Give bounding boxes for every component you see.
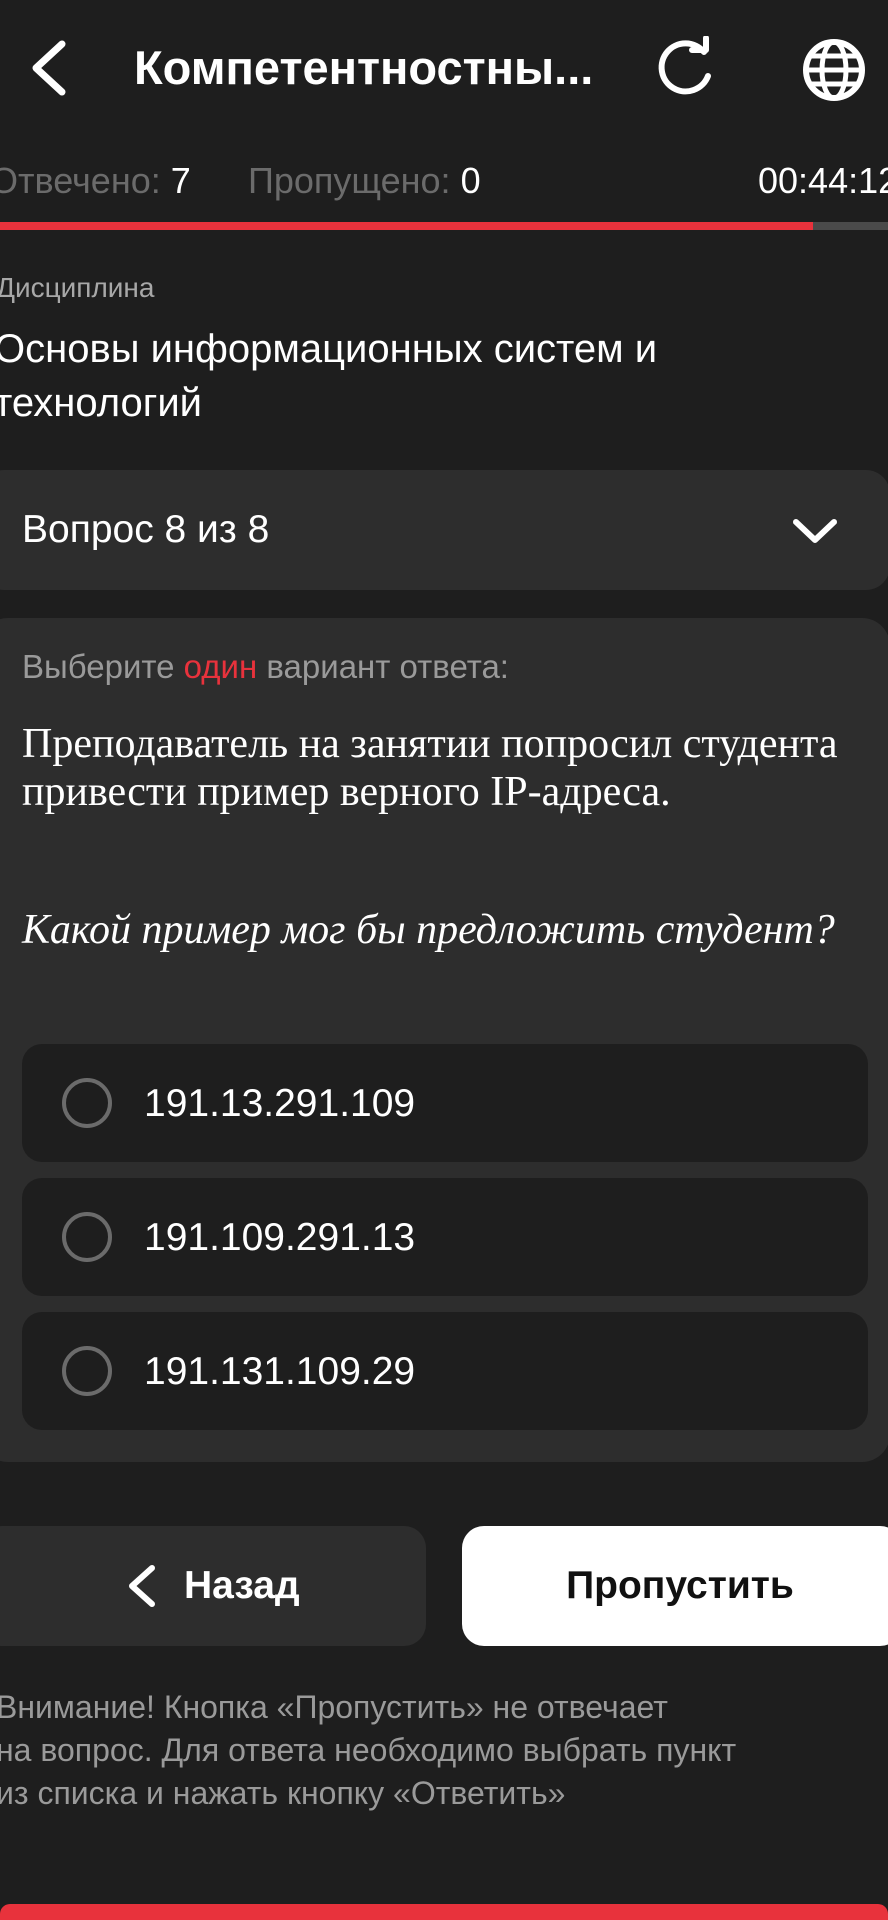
progress-bar (0, 222, 888, 230)
discipline-label: Дисциплина (0, 272, 155, 303)
quiz-stats: Отвечено: 7 Пропущено: 0 00:44:12 (0, 160, 888, 210)
radio-button[interactable] (62, 1212, 112, 1262)
answer-option-label: 191.131.109.29 (144, 1350, 416, 1393)
question-subtext: Какой пример мог бы предложить студент? (22, 907, 835, 953)
chevron-down-icon (793, 519, 837, 543)
answer-option[interactable]: 191.13.291.109 (22, 1044, 868, 1162)
skipped-value: 0 (460, 160, 481, 201)
back-button-label: Назад (184, 1564, 300, 1607)
skip-button-label: Пропустить (566, 1564, 794, 1607)
app-header: Компетентностны... (0, 0, 888, 140)
refresh-icon[interactable] (652, 36, 718, 102)
answer-options: 191.13.291.109 191.109.291.13 191.131.10… (22, 1044, 868, 1446)
bottom-action-bar[interactable] (0, 1904, 888, 1920)
radio-button[interactable] (62, 1078, 112, 1128)
instruction-suffix: вариант ответа: (257, 648, 509, 685)
answer-instruction: Выберите один вариант ответа: (22, 648, 509, 686)
timer: 00:44:12 (758, 160, 888, 201)
discipline-name: Основы информационных систем и технологи… (0, 327, 658, 425)
skip-notice: Внимание! Кнопка «Пропустить» не отвечае… (0, 1689, 737, 1811)
globe-icon[interactable] (800, 36, 868, 104)
question-card: Выберите один вариант ответа: Преподават… (0, 618, 888, 1462)
question-selector[interactable]: Вопрос 8 из 8 (0, 470, 888, 590)
answer-option-label: 191.109.291.13 (144, 1216, 416, 1259)
back-button[interactable]: Назад (0, 1526, 426, 1646)
chevron-left-icon (129, 1565, 155, 1607)
back-arrow-icon[interactable] (22, 36, 74, 100)
skip-button[interactable]: Пропустить (462, 1526, 888, 1646)
answer-option-label: 191.13.291.109 (144, 1082, 416, 1125)
question-selector-label: Вопрос 8 из 8 (22, 508, 270, 551)
answered-label: Отвечено: (0, 160, 161, 201)
skipped-count: Пропущено: 0 (248, 160, 481, 202)
answered-value: 7 (170, 160, 191, 201)
question-text: Преподаватель на занятии попросил студен… (22, 721, 838, 815)
answer-option[interactable]: 191.131.109.29 (22, 1312, 868, 1430)
radio-button[interactable] (62, 1346, 112, 1396)
instruction-accent: один (183, 648, 258, 685)
progress-bar-fill (0, 222, 813, 230)
answered-count: Отвечено: 7 (0, 160, 191, 202)
skipped-label: Пропущено: (248, 160, 451, 201)
instruction-prefix: Выберите (22, 648, 184, 685)
page-title: Компетентностны... (134, 41, 594, 94)
answer-option[interactable]: 191.109.291.13 (22, 1178, 868, 1296)
